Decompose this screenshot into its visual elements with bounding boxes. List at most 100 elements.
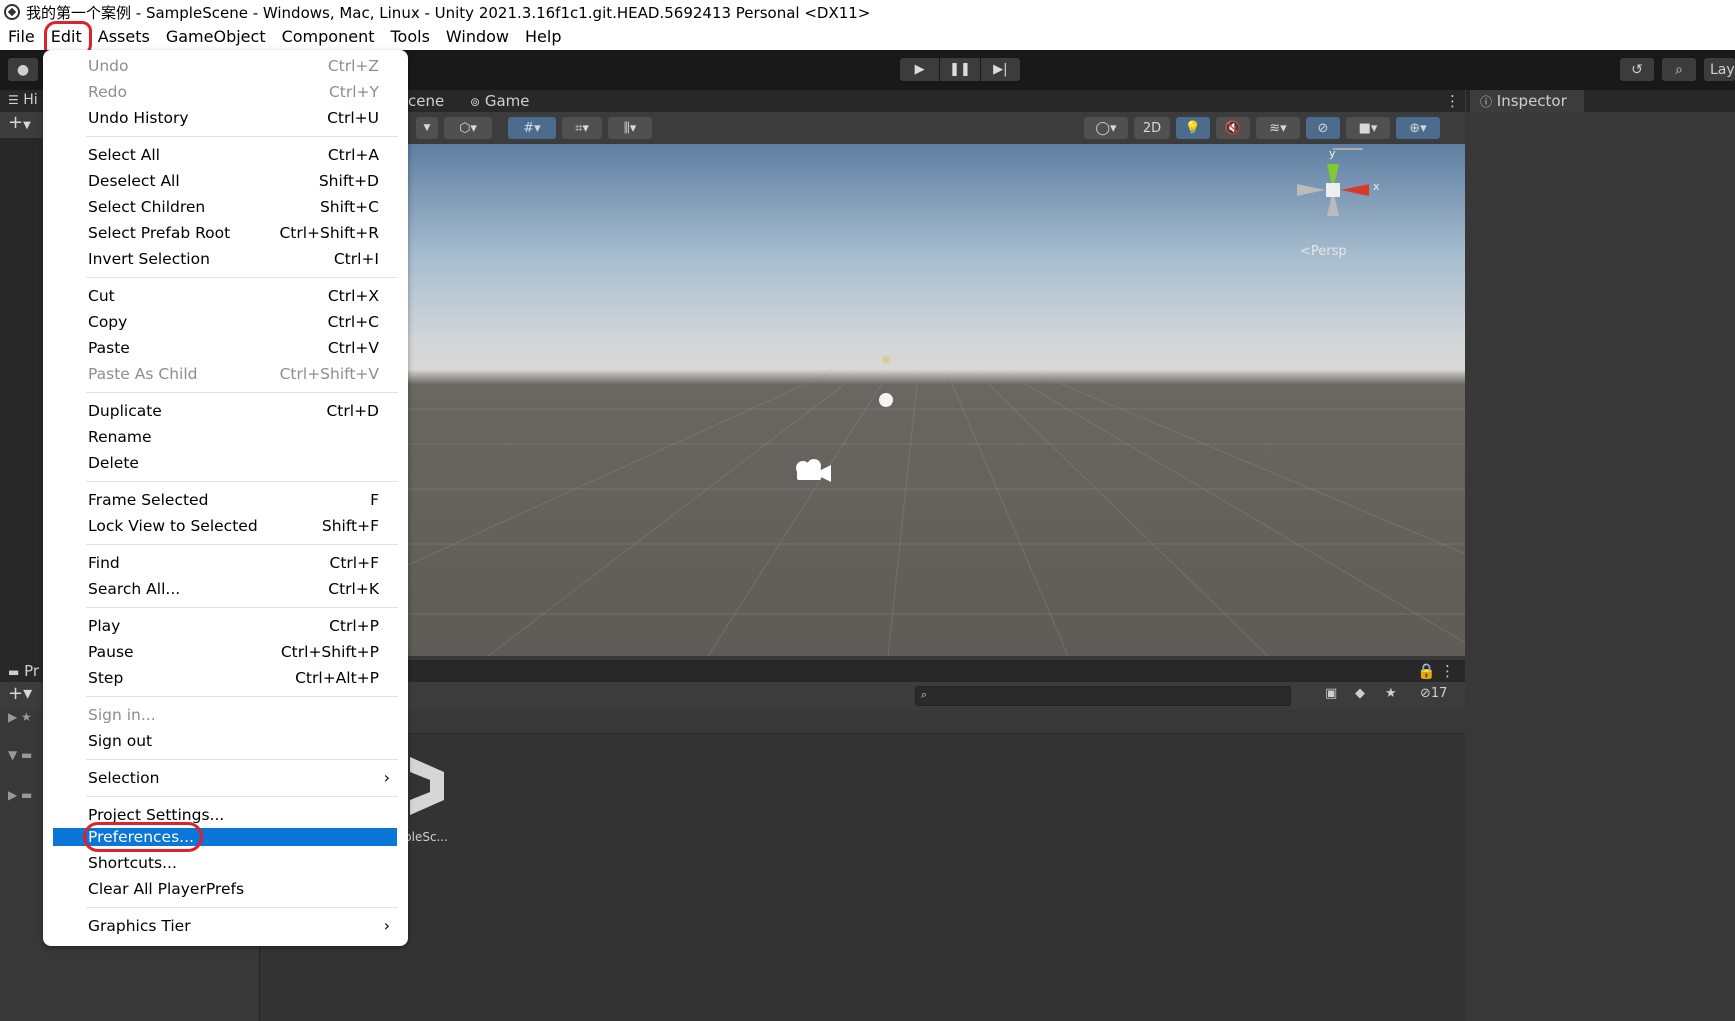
tab-game[interactable]: ⊚ Game (470, 90, 530, 112)
menu-item-play[interactable]: Play Ctrl+P (43, 613, 408, 639)
search-button[interactable]: ⌕ (1662, 58, 1696, 81)
assets-folder-row[interactable]: ▼ ▬ (8, 748, 32, 762)
dropdown-arrow-icon: ▼ (423, 123, 431, 133)
tab-project[interactable]: ▬ Pr (8, 660, 39, 682)
history-button[interactable]: ↺ (1620, 58, 1654, 81)
menu-item-rename[interactable]: Rename (43, 424, 408, 450)
gizmos-dropdown[interactable]: ⊕▾ (1396, 117, 1440, 139)
menu-item-select-children[interactable]: Select Children Shift+C (43, 194, 408, 220)
menu-item-undo[interactable]: Undo Ctrl+Z (43, 53, 408, 79)
lightbulb-icon: 💡 (1184, 120, 1202, 136)
sun-icon[interactable]: ✺ (881, 353, 891, 367)
menu-gameobject[interactable]: GameObject (158, 24, 274, 50)
hierarchy-panel (0, 90, 43, 660)
menu-item-cut[interactable]: Cut Ctrl+X (43, 283, 408, 309)
menu-item-undo-history[interactable]: Undo History Ctrl+U (43, 105, 408, 131)
hidden-objects-toggle[interactable]: ⊘ (1306, 117, 1340, 139)
menu-item-duplicate[interactable]: Duplicate Ctrl+D (43, 398, 408, 424)
lock-icon[interactable]: 🔒 (1417, 660, 1436, 682)
account-button[interactable]: ● (8, 58, 38, 81)
lighting-toggle[interactable]: 💡 (1176, 117, 1210, 139)
menu-item-preferences[interactable]: Preferences... (53, 822, 397, 852)
tab-inspector[interactable]: ⓘ Inspector (1470, 90, 1584, 112)
menu-item-search-all[interactable]: Search All... Ctrl+K (43, 576, 408, 602)
menu-item-copy[interactable]: Copy Ctrl+C (43, 309, 408, 335)
menu-component[interactable]: Component (274, 24, 383, 50)
menu-item-sign-in[interactable]: Sign in... (43, 702, 408, 728)
menu-window[interactable]: Window (438, 24, 517, 50)
render-mode-dropdown[interactable]: ⬡▾ (444, 117, 492, 139)
filter-label-icon[interactable]: ◆ (1355, 686, 1365, 701)
favorites-row[interactable]: ▶ ★ (8, 710, 32, 724)
snap-increment-dropdown[interactable]: ⌗▾ (562, 117, 602, 139)
tab-scene[interactable]: cene (408, 90, 444, 112)
menu-item-shortcuts[interactable]: Shortcuts... (43, 850, 408, 876)
menu-item-shortcut: Ctrl+Z (327, 57, 379, 75)
more-options-icon[interactable]: ⋮ (1440, 660, 1455, 682)
scene-viewport[interactable]: ✺ y x <Persp (408, 144, 1465, 656)
menu-item-selection[interactable]: Selection › (43, 765, 408, 791)
menu-item-pause[interactable]: Pause Ctrl+Shift+P (43, 639, 408, 665)
filter-type-icon[interactable]: ▣ (1325, 686, 1337, 701)
camera-dropdown[interactable]: ■▾ (1346, 117, 1390, 139)
menu-item-label: Redo (88, 83, 127, 101)
menu-file[interactable]: File (0, 24, 43, 50)
menu-item-shortcut: Ctrl+Alt+P (295, 669, 379, 687)
menu-item-invert-selection[interactable]: Invert Selection Ctrl+I (43, 246, 408, 272)
favorite-star-icon[interactable]: ★ (1385, 686, 1397, 701)
menu-item-deselect-all[interactable]: Deselect All Shift+D (43, 168, 408, 194)
layers-dropdown[interactable]: Lay (1704, 58, 1735, 81)
menu-item-frame-selected[interactable]: Frame Selected F (43, 487, 408, 513)
play-button[interactable]: ▶ (900, 58, 940, 81)
perspective-label[interactable]: <Persp (1300, 244, 1347, 259)
audio-toggle[interactable]: 🔇 (1216, 117, 1250, 139)
menu-item-label: Cut (88, 287, 115, 305)
menu-item-shortcut: Ctrl+Shift+R (279, 224, 379, 242)
menu-item-step[interactable]: Step Ctrl+Alt+P (43, 665, 408, 691)
menu-item-graphics-tier[interactable]: Graphics Tier › (43, 913, 408, 939)
effects-dropdown[interactable]: ≋▾ (1256, 117, 1300, 139)
menu-assets[interactable]: Assets (90, 24, 158, 50)
menu-item-label: Duplicate (88, 402, 162, 420)
menu-item-sign-out[interactable]: Sign out (43, 728, 408, 754)
ruler-dropdown[interactable]: ⫼▾ (608, 117, 652, 139)
shading-dropdown[interactable]: ▼ (416, 117, 438, 139)
hidden-count-badge[interactable]: ⊘17 (1420, 686, 1447, 701)
menu-edit[interactable]: Edit (43, 21, 92, 58)
hierarchy-add-button[interactable]: +▼ (0, 112, 43, 138)
step-button[interactable]: ▶| (980, 58, 1020, 81)
menu-item-label: Step (88, 669, 124, 687)
packages-folder-row[interactable]: ▶ ▬ (8, 788, 32, 802)
menu-help[interactable]: Help (517, 24, 569, 50)
menu-item-label: Search All... (88, 580, 181, 598)
pause-button[interactable]: ❚❚ (940, 58, 980, 81)
menu-item-select-all[interactable]: Select All Ctrl+A (43, 142, 408, 168)
more-options-icon[interactable]: ⋮ (1445, 90, 1460, 112)
menu-item-clear-all-playerprefs[interactable]: Clear All PlayerPrefs (43, 876, 408, 902)
grid-icon: #▾ (523, 120, 541, 136)
menu-item-paste-as-child[interactable]: Paste As Child Ctrl+Shift+V (43, 361, 408, 387)
project-add-button[interactable]: +▾ (8, 683, 32, 704)
project-search-input[interactable]: ⌕ (915, 686, 1291, 706)
menu-item-find[interactable]: Find Ctrl+F (43, 550, 408, 576)
hierarchy-tab[interactable]: ☰ Hi (0, 90, 43, 112)
scene-tab-strip: cene ⊚ Game ⋮ (408, 90, 1465, 112)
draw-mode-dropdown[interactable]: ◯▾ (1084, 117, 1128, 139)
menu-item-redo[interactable]: Redo Ctrl+Y (43, 79, 408, 105)
menu-tools[interactable]: Tools (382, 24, 437, 50)
camera-gizmo-icon[interactable] (793, 458, 833, 484)
menu-item-delete[interactable]: Delete (43, 450, 408, 476)
menu-item-lock-view-to-selected[interactable]: Lock View to Selected Shift+F (43, 513, 408, 539)
layers-icon: ≋▾ (1269, 120, 1287, 136)
menu-separator (86, 277, 398, 278)
menu-item-shortcut: Ctrl+Y (328, 83, 379, 101)
grid-snap-toggle[interactable]: #▾ (508, 117, 556, 139)
menu-item-paste[interactable]: Paste Ctrl+V (43, 335, 408, 361)
layers-label: Lay (1710, 61, 1735, 78)
menu-item-select-prefab-root[interactable]: Select Prefab Root Ctrl+Shift+R (43, 220, 408, 246)
menu-separator (86, 136, 398, 137)
light-gizmo-icon[interactable] (879, 393, 893, 407)
toggle-2d-button[interactable]: 2D (1134, 117, 1170, 139)
menu-item-label: Graphics Tier (88, 917, 191, 935)
orientation-gizmo[interactable]: y x <Persp (1278, 144, 1388, 264)
